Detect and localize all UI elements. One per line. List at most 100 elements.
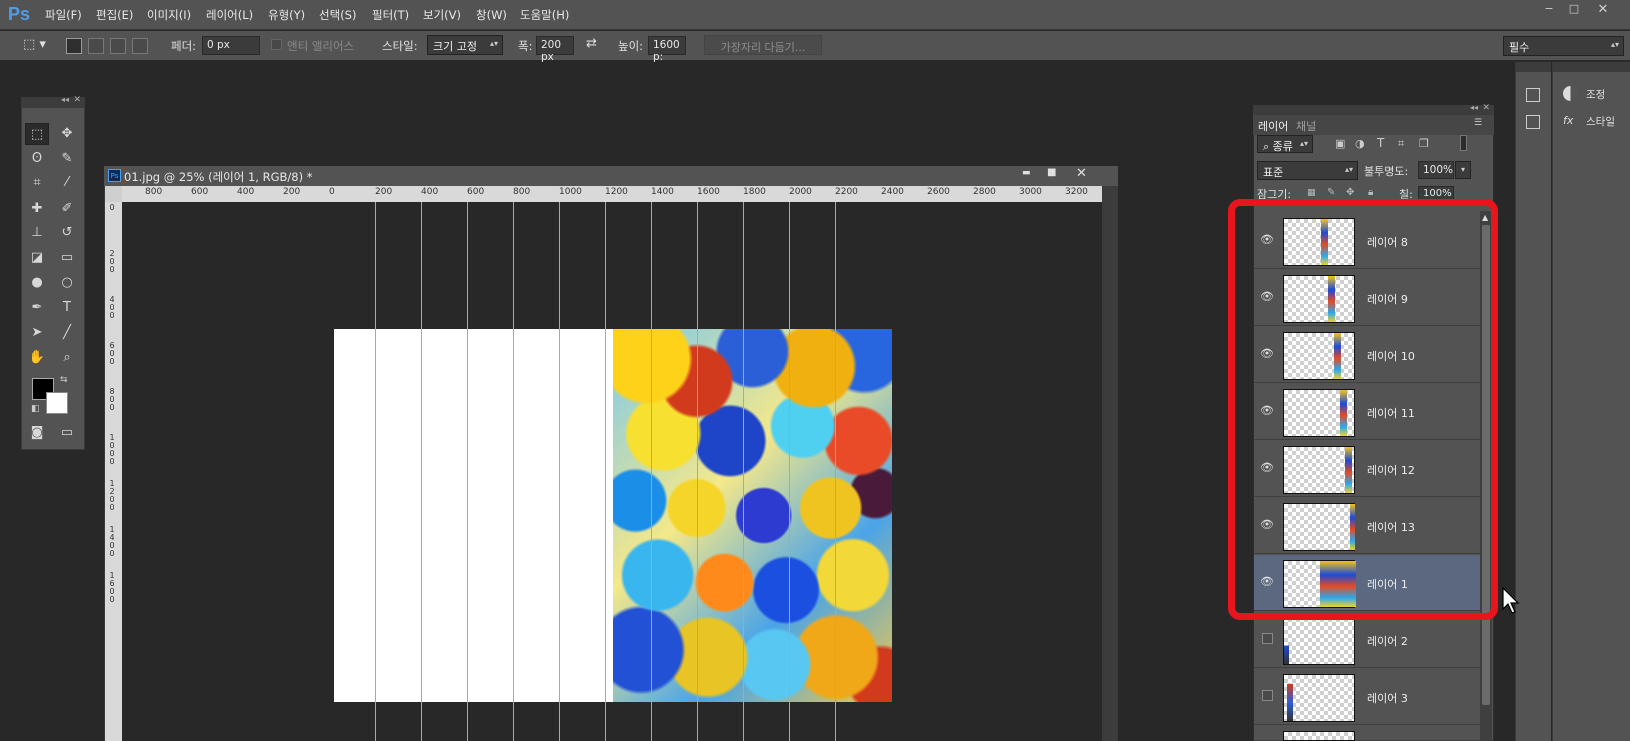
menu-select[interactable]: 선택(S) bbox=[319, 7, 356, 23]
menu-image[interactable]: 이미지(I) bbox=[147, 7, 191, 23]
guide-line[interactable] bbox=[651, 202, 652, 741]
eyedropper-tool-icon[interactable]: ⁄ bbox=[55, 172, 79, 194]
filter-toggle[interactable] bbox=[1460, 135, 1467, 151]
blur-tool-icon[interactable]: ● bbox=[25, 272, 49, 294]
vertical-ruler[interactable]: 0 2 0 0 4 0 0 6 0 0 8 0 0 1 0 0 0 1 2 0 0 1 4 0… bbox=[105, 202, 122, 741]
swap-colors-icon[interactable]: ⇆ bbox=[60, 375, 68, 385]
menu-file[interactable]: 파일(F) bbox=[45, 7, 82, 23]
tab-layers[interactable]: 레이어 bbox=[1258, 118, 1288, 134]
lock-position-icon[interactable]: ✥ bbox=[1346, 187, 1354, 198]
marquee-preset-icon[interactable]: ⬚ ▾ bbox=[23, 37, 53, 55]
guide-line[interactable] bbox=[789, 202, 790, 741]
new-selection-icon[interactable] bbox=[66, 38, 82, 54]
background-color-swatch[interactable] bbox=[46, 392, 68, 414]
workspace-select[interactable]: 필수 ▴▾ bbox=[1503, 36, 1624, 56]
window-maximize-button[interactable]: □ bbox=[1563, 2, 1585, 18]
lock-image-icon[interactable]: ✎ bbox=[1327, 187, 1335, 198]
filter-shape-icon[interactable]: ⌗ bbox=[1398, 137, 1404, 151]
guide-line[interactable] bbox=[697, 202, 698, 741]
default-colors-icon[interactable]: ◧ bbox=[31, 404, 40, 414]
visibility-toggle[interactable] bbox=[1262, 690, 1273, 701]
history-brush-tool-icon[interactable]: ↺ bbox=[55, 222, 79, 244]
gradient-tool-icon[interactable]: ▭ bbox=[55, 247, 79, 269]
height-input[interactable]: 1600 p: bbox=[648, 36, 686, 63]
adjust-label[interactable]: 조정 bbox=[1586, 87, 1605, 102]
lock-all-icon[interactable]: 🔒︎ bbox=[1368, 187, 1373, 198]
line-tool-icon[interactable]: ╱ bbox=[55, 322, 79, 344]
close-icon[interactable]: ✕ bbox=[73, 95, 81, 105]
opacity-dropdown-icon[interactable]: ▾ bbox=[1455, 161, 1471, 179]
properties-panel-icon[interactable] bbox=[1526, 115, 1540, 129]
guide-line[interactable] bbox=[375, 202, 376, 741]
menu-window[interactable]: 창(W) bbox=[476, 7, 507, 23]
guide-line[interactable] bbox=[421, 202, 422, 741]
filter-adjustment-icon[interactable]: ◑ bbox=[1355, 137, 1365, 150]
ruler-origin[interactable] bbox=[105, 186, 122, 202]
guide-line[interactable] bbox=[467, 202, 468, 741]
intersect-selection-icon[interactable] bbox=[132, 38, 148, 54]
doc-close-button[interactable]: ✕ bbox=[1076, 166, 1087, 181]
styles-icon[interactable]: fx bbox=[1563, 114, 1573, 127]
horizontal-ruler[interactable]: 800 600 400 200 0 200 400 600 800 1000 1200 1400 160… bbox=[122, 186, 1102, 202]
window-close-button[interactable]: ✕ bbox=[1592, 2, 1614, 18]
subtract-selection-icon[interactable] bbox=[110, 38, 126, 54]
pen-tool-icon[interactable]: ✒ bbox=[25, 297, 49, 319]
filter-smart-object-icon[interactable]: ❐ bbox=[1419, 137, 1429, 150]
layer-name[interactable]: 레이어 3 bbox=[1367, 690, 1408, 706]
clone-stamp-tool-icon[interactable]: ⊥ bbox=[25, 222, 49, 244]
guide-line[interactable] bbox=[559, 202, 560, 741]
width-input[interactable]: 200 px bbox=[536, 36, 574, 63]
tab-channels[interactable]: 채널 bbox=[1296, 118, 1316, 134]
menu-edit[interactable]: 편집(E) bbox=[96, 7, 133, 23]
style-select[interactable]: 크기 고정 ▴▾ bbox=[427, 35, 503, 55]
hand-tool-icon[interactable]: ✋ bbox=[25, 347, 49, 369]
rect-marquee-tool-icon[interactable]: ⬚ bbox=[25, 123, 49, 145]
guide-line[interactable] bbox=[835, 202, 836, 741]
healing-brush-tool-icon[interactable]: ✚ bbox=[25, 198, 49, 220]
layer-row[interactable] bbox=[1254, 726, 1480, 741]
guide-line[interactable] bbox=[743, 202, 744, 741]
path-select-tool-icon[interactable]: ➤ bbox=[25, 322, 49, 344]
collapse-icon[interactable]: ◂◂ bbox=[1470, 103, 1478, 112]
doc-minimize-button[interactable]: ▬ bbox=[1022, 168, 1031, 178]
history-panel-icon[interactable] bbox=[1526, 88, 1540, 102]
refine-edge-button[interactable]: 가장자리 다듬기... bbox=[704, 35, 822, 55]
brush-tool-icon[interactable]: ✐ bbox=[55, 198, 79, 220]
layer-row[interactable]: 레이어 3 bbox=[1254, 669, 1480, 725]
screen-mode-icon[interactable]: ▭ bbox=[55, 422, 79, 444]
doc-maximize-button[interactable]: ■ bbox=[1047, 167, 1056, 178]
panel-menu-icon[interactable]: ☰ bbox=[1474, 118, 1482, 128]
collapse-icon[interactable]: ◂◂ bbox=[61, 95, 69, 104]
eraser-tool-icon[interactable]: ◪ bbox=[25, 247, 49, 269]
dodge-tool-icon[interactable]: ○ bbox=[55, 272, 79, 294]
antialias-checkbox[interactable] bbox=[271, 39, 282, 50]
visibility-toggle[interactable] bbox=[1262, 633, 1273, 644]
quick-select-tool-icon[interactable]: ✎ bbox=[55, 148, 79, 170]
opacity-input[interactable]: 100% bbox=[1418, 161, 1454, 179]
style-panel-label[interactable]: 스타일 bbox=[1586, 114, 1615, 129]
swap-width-height-icon[interactable]: ⇄ bbox=[586, 36, 597, 51]
layer-name[interactable]: 레이어 2 bbox=[1367, 633, 1408, 649]
guide-line[interactable] bbox=[605, 202, 606, 741]
close-icon[interactable]: ✕ bbox=[1482, 103, 1490, 113]
menu-view[interactable]: 보기(V) bbox=[423, 7, 461, 23]
doc-vertical-scrollbar[interactable] bbox=[1102, 186, 1117, 741]
blend-mode-select[interactable]: 표준 ▴▾ bbox=[1257, 161, 1358, 180]
filter-pixel-icon[interactable]: ▣ bbox=[1335, 137, 1345, 150]
type-tool-icon[interactable]: T bbox=[55, 297, 79, 319]
menu-filter[interactable]: 필터(T) bbox=[372, 7, 409, 23]
layer-row[interactable]: 레이어 2 bbox=[1254, 612, 1480, 668]
quick-mask-icon[interactable]: ◙ bbox=[25, 422, 49, 444]
crop-tool-icon[interactable]: ⌗ bbox=[25, 172, 49, 194]
zoom-tool-icon[interactable]: ⌕ bbox=[55, 347, 79, 369]
filter-type-icon[interactable]: T bbox=[1377, 136, 1384, 150]
menu-type[interactable]: 유형(Y) bbox=[268, 7, 305, 23]
add-selection-icon[interactable] bbox=[88, 38, 104, 54]
menu-help[interactable]: 도움말(H) bbox=[520, 7, 569, 23]
menu-layer[interactable]: 레이어(L) bbox=[206, 7, 253, 23]
lock-transparent-icon[interactable]: ▦ bbox=[1307, 188, 1316, 198]
move-tool-icon[interactable]: ✥ bbox=[55, 123, 79, 145]
window-minimize-button[interactable]: − bbox=[1538, 2, 1560, 18]
lasso-tool-icon[interactable]: ʘ bbox=[25, 148, 49, 170]
guide-line[interactable] bbox=[513, 202, 514, 741]
